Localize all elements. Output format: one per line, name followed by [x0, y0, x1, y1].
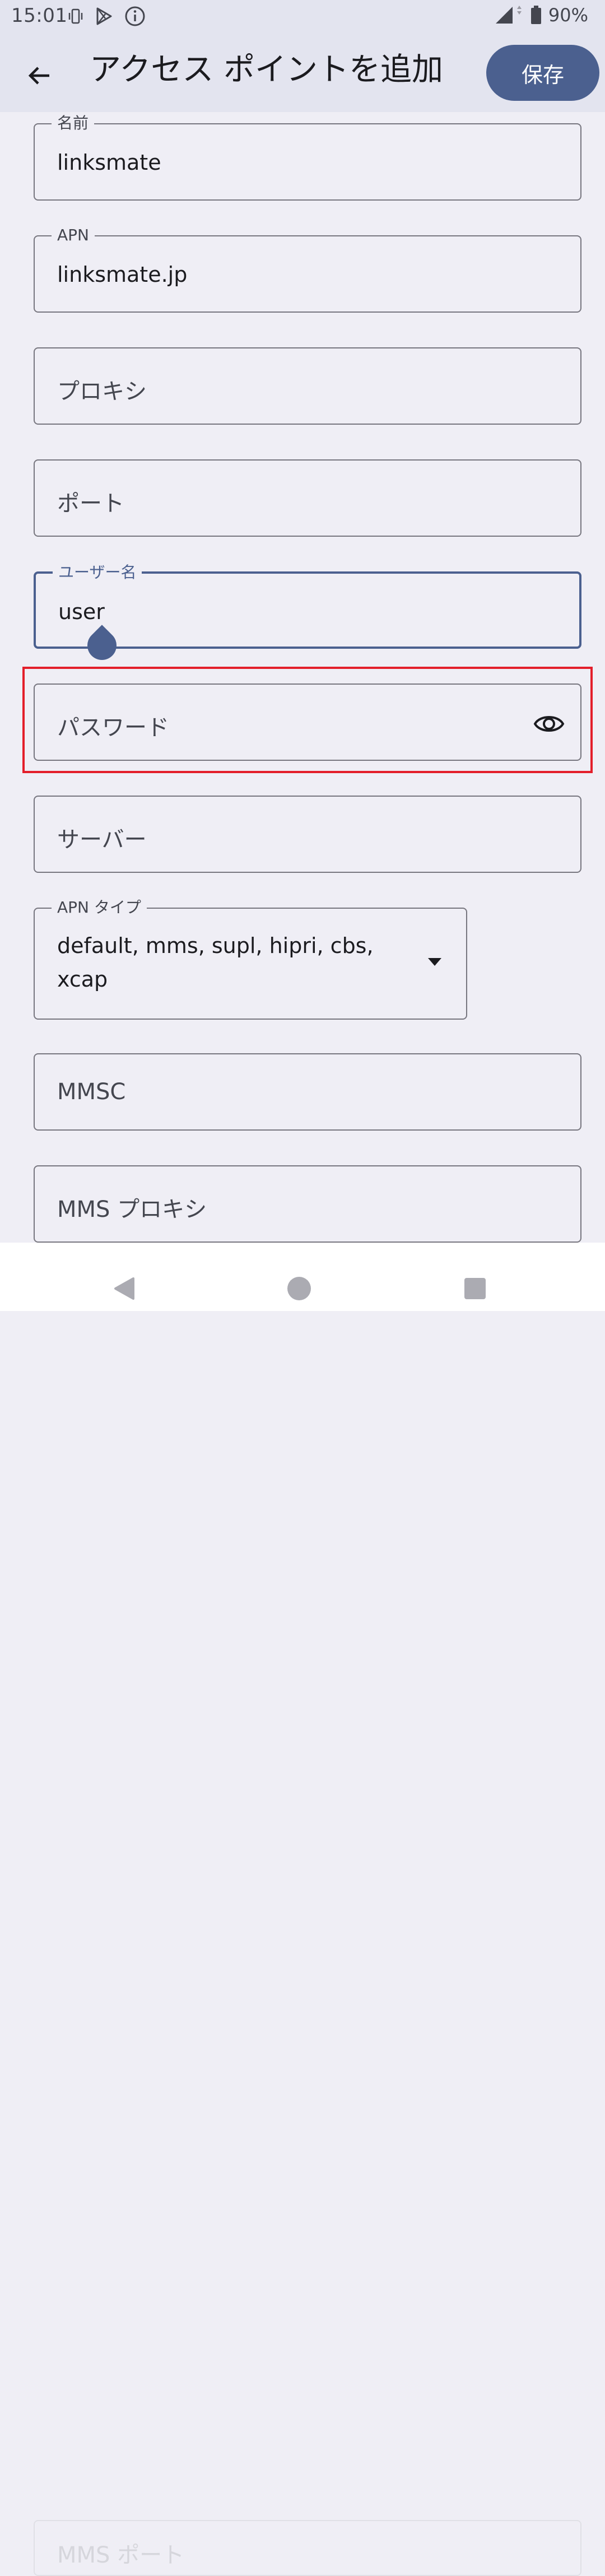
username-field-value: user: [58, 599, 105, 624]
triangle-back-icon[interactable]: [112, 1276, 137, 1301]
status-notification-icons: [67, 6, 146, 27]
mms-port-field-partial[interactable]: MMS ポート: [34, 2520, 581, 2576]
apn-field[interactable]: APN linksmate.jp: [34, 226, 581, 313]
mms-proxy-field[interactable]: MMS プロキシ: [34, 1165, 581, 1243]
apn-type-label: APN タイプ: [52, 899, 147, 917]
username-field[interactable]: ユーザー名 user: [34, 564, 581, 649]
password-highlight-box: [22, 667, 593, 773]
port-field[interactable]: ポート: [34, 459, 581, 537]
status-bar: 15:01 90%: [0, 0, 605, 34]
info-icon: [125, 6, 145, 26]
mms-port-field-placeholder: MMS ポート: [57, 2542, 185, 2568]
signal-icon: [495, 6, 522, 24]
navigation-bar: MMS ポート: [0, 1243, 605, 2576]
mmsc-field-placeholder: MMSC: [57, 1079, 126, 1105]
server-field[interactable]: サーバー: [34, 796, 581, 873]
server-field-placeholder: サーバー: [57, 827, 147, 853]
play-store-icon: [96, 7, 112, 25]
proxy-field-placeholder: プロキシ: [57, 379, 147, 404]
apn-type-dropdown[interactable]: APN タイプ default, mms, supl, hipri, cbs, …: [34, 899, 467, 1020]
page-title: アクセス ポイントを追加: [90, 52, 444, 88]
port-field-placeholder: ポート: [57, 491, 124, 517]
square-recents-icon[interactable]: [464, 1277, 486, 1300]
apn-field-value: linksmate.jp: [57, 262, 188, 287]
battery-icon: [530, 6, 541, 24]
username-field-label: ユーザー名: [53, 564, 142, 582]
circle-home-icon[interactable]: [287, 1276, 311, 1301]
status-time: 15:01: [11, 4, 68, 27]
dropdown-arrow-icon: [428, 958, 441, 966]
app-bar: アクセス ポイントを追加 保存: [0, 34, 605, 112]
mms-proxy-field-placeholder: MMS プロキシ: [57, 1197, 207, 1222]
arrow-left-icon: [28, 67, 49, 85]
mmsc-field[interactable]: MMSC: [34, 1053, 581, 1131]
apn-field-label: APN: [52, 226, 95, 244]
vibrate-icon: [68, 8, 83, 24]
status-system-icons: 90%: [495, 4, 588, 26]
battery-percent: 90%: [548, 4, 588, 26]
name-field-value: linksmate: [57, 150, 161, 175]
name-field[interactable]: 名前 linksmate: [34, 114, 581, 201]
apn-type-value-line2: xcap: [57, 967, 108, 992]
name-field-label: 名前: [52, 114, 95, 132]
save-button[interactable]: 保存: [486, 45, 599, 101]
apn-type-value-line1: default, mms, supl, hipri, cbs,: [57, 933, 374, 958]
back-button[interactable]: [17, 53, 62, 98]
proxy-field[interactable]: プロキシ: [34, 347, 581, 425]
